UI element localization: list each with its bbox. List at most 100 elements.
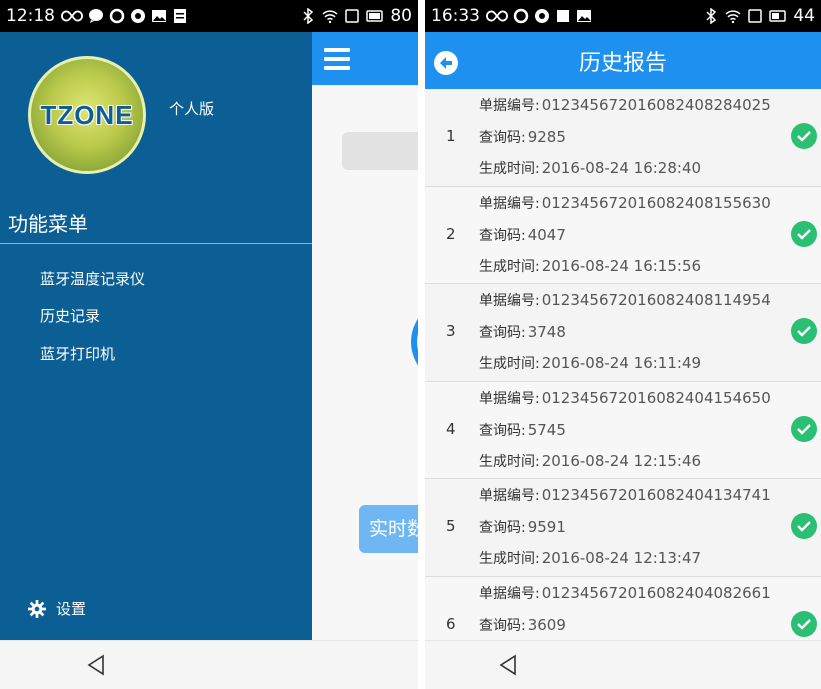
infinity-icon [61, 10, 83, 22]
query-code: 5745 [527, 420, 566, 439]
query-label: 查询码: [479, 422, 526, 439]
edition-label: 个人版 [169, 100, 215, 118]
back-triangle-icon[interactable] [496, 653, 520, 677]
number-label: 单据编号: [479, 585, 540, 602]
tzone-logo: TZONE [28, 56, 146, 174]
left-phone-screen: 12:18 80 实时数 TZONE 个人版 功能菜单 蓝牙温度记录仪 历史记录 [0, 0, 418, 689]
generated-time: 2016-08-24 16:15:56 [541, 256, 702, 275]
report-number: 012345672016082404154650 [541, 388, 771, 407]
gear-icon [28, 599, 46, 618]
generated-time: 2016-08-24 12:15:46 [541, 451, 702, 470]
report-row[interactable]: 1 单据编号: 012345672016082408284025 查询码: 9285… [425, 89, 821, 187]
report-index: 1 [446, 127, 456, 145]
battery-level: 44 [793, 6, 815, 26]
settings-button[interactable]: 设置 [28, 598, 86, 619]
time-label: 生成时间: [479, 453, 540, 470]
screen-separator [418, 0, 425, 689]
chat-bubble-icon [89, 9, 103, 23]
wifi-icon [322, 10, 338, 24]
infinity-icon [486, 10, 508, 22]
system-nav-bar [0, 640, 418, 689]
page-title: 历史报告 [578, 51, 667, 76]
time-label: 生成时间: [479, 161, 540, 177]
generated-time: 2016-08-24 12:13:47 [541, 549, 702, 567]
number-label: 单据编号: [479, 195, 540, 212]
report-index: 5 [446, 517, 456, 535]
check-circle-icon [791, 513, 817, 539]
query-code: 9591 [527, 518, 566, 536]
time-label: 生成时间: [479, 258, 540, 275]
report-row[interactable]: 5 单据编号: 012345672016082404134741 查询码: 9591… [425, 479, 821, 577]
status-bar: 16:33 44 [425, 0, 821, 32]
square-icon [557, 10, 569, 22]
check-circle-icon [791, 610, 817, 637]
status-time: 16:33 [431, 6, 480, 26]
sim-icon [345, 9, 360, 23]
status-time: 12:18 [6, 6, 55, 26]
battery-icon [769, 10, 787, 22]
query-code: 3609 [527, 615, 566, 634]
report-number: 012345672016082408155630 [541, 193, 771, 212]
settings-label: 设置 [56, 600, 87, 618]
number-label: 单据编号: [479, 293, 540, 309]
report-number: 012345672016082404082661 [541, 583, 771, 602]
report-row[interactable]: 4 单据编号: 012345672016082404154650 查询码: 5745… [425, 381, 821, 479]
report-index: 3 [446, 322, 456, 340]
navigation-drawer: TZONE 个人版 功能菜单 蓝牙温度记录仪 历史记录 蓝牙打印机 设置 [0, 32, 312, 640]
time-label: 生成时间: [479, 356, 540, 372]
generated-time: 2016-08-24 16:28:40 [541, 159, 702, 177]
sync-icon [513, 8, 529, 24]
wifi-icon [725, 10, 741, 24]
hamburger-menu-icon[interactable] [324, 48, 350, 70]
check-circle-icon [791, 123, 817, 149]
right-phone-screen: 16:33 44 历史报告 1 单据编号: 0123456720160824082… [425, 0, 821, 689]
query-label: 查询码: [479, 130, 526, 146]
number-label: 单据编号: [479, 488, 540, 504]
back-triangle-icon[interactable] [84, 653, 108, 677]
menu-title: 功能菜单 [8, 212, 88, 236]
bluetooth-icon [303, 8, 314, 24]
app-bar: 历史报告 [425, 32, 821, 89]
drawer-item-bluetooth-printer[interactable]: 蓝牙打印机 [40, 343, 115, 364]
query-label: 查询码: [479, 617, 526, 634]
status-bar: 12:18 80 [0, 0, 418, 32]
battery-icon [366, 10, 384, 22]
query-code: 3748 [527, 323, 566, 341]
report-index: 6 [446, 614, 456, 633]
query-label: 查询码: [479, 520, 526, 536]
check-circle-icon [791, 318, 817, 344]
report-row[interactable]: 2 单据编号: 012345672016082408155630 查询码: 4047… [425, 186, 821, 284]
report-number: 012345672016082408114954 [541, 291, 771, 309]
check-circle-icon [791, 220, 817, 247]
browser-icon [535, 9, 549, 23]
system-nav-bar [425, 640, 821, 689]
report-index: 2 [446, 224, 456, 243]
number-label: 单据编号: [479, 98, 540, 114]
browser-icon [131, 9, 145, 23]
document-icon [174, 9, 186, 23]
report-index: 4 [446, 419, 456, 438]
report-row[interactable]: 6 单据编号: 012345672016082404082661 查询码: 3609 [425, 576, 821, 640]
drawer-item-history[interactable]: 历史记录 [40, 305, 100, 326]
gallery-icon [577, 10, 591, 22]
query-label: 查询码: [479, 227, 526, 244]
device-input-field[interactable] [342, 132, 418, 170]
report-list: 1 单据编号: 012345672016082408284025 查询码: 9285… [425, 89, 821, 640]
sim-icon [748, 9, 763, 23]
drawer-item-bluetooth-temperature-logger[interactable]: 蓝牙温度记录仪 [40, 268, 145, 289]
divider [0, 243, 312, 244]
sync-icon [109, 8, 125, 24]
number-label: 单据编号: [479, 390, 540, 407]
report-number: 012345672016082408284025 [541, 96, 771, 114]
report-row[interactable]: 3 单据编号: 012345672016082408114954 查询码: 3748… [425, 284, 821, 382]
realtime-data-button[interactable]: 实时数 [359, 505, 418, 553]
bluetooth-icon [706, 8, 717, 24]
query-code: 9285 [527, 128, 566, 146]
time-label: 生成时间: [479, 551, 540, 567]
logo-text: TZONE [40, 99, 134, 130]
gallery-icon [152, 10, 166, 22]
query-label: 查询码: [479, 325, 526, 341]
query-code: 4047 [527, 225, 566, 244]
battery-level: 80 [390, 6, 412, 26]
check-circle-icon [791, 415, 817, 442]
